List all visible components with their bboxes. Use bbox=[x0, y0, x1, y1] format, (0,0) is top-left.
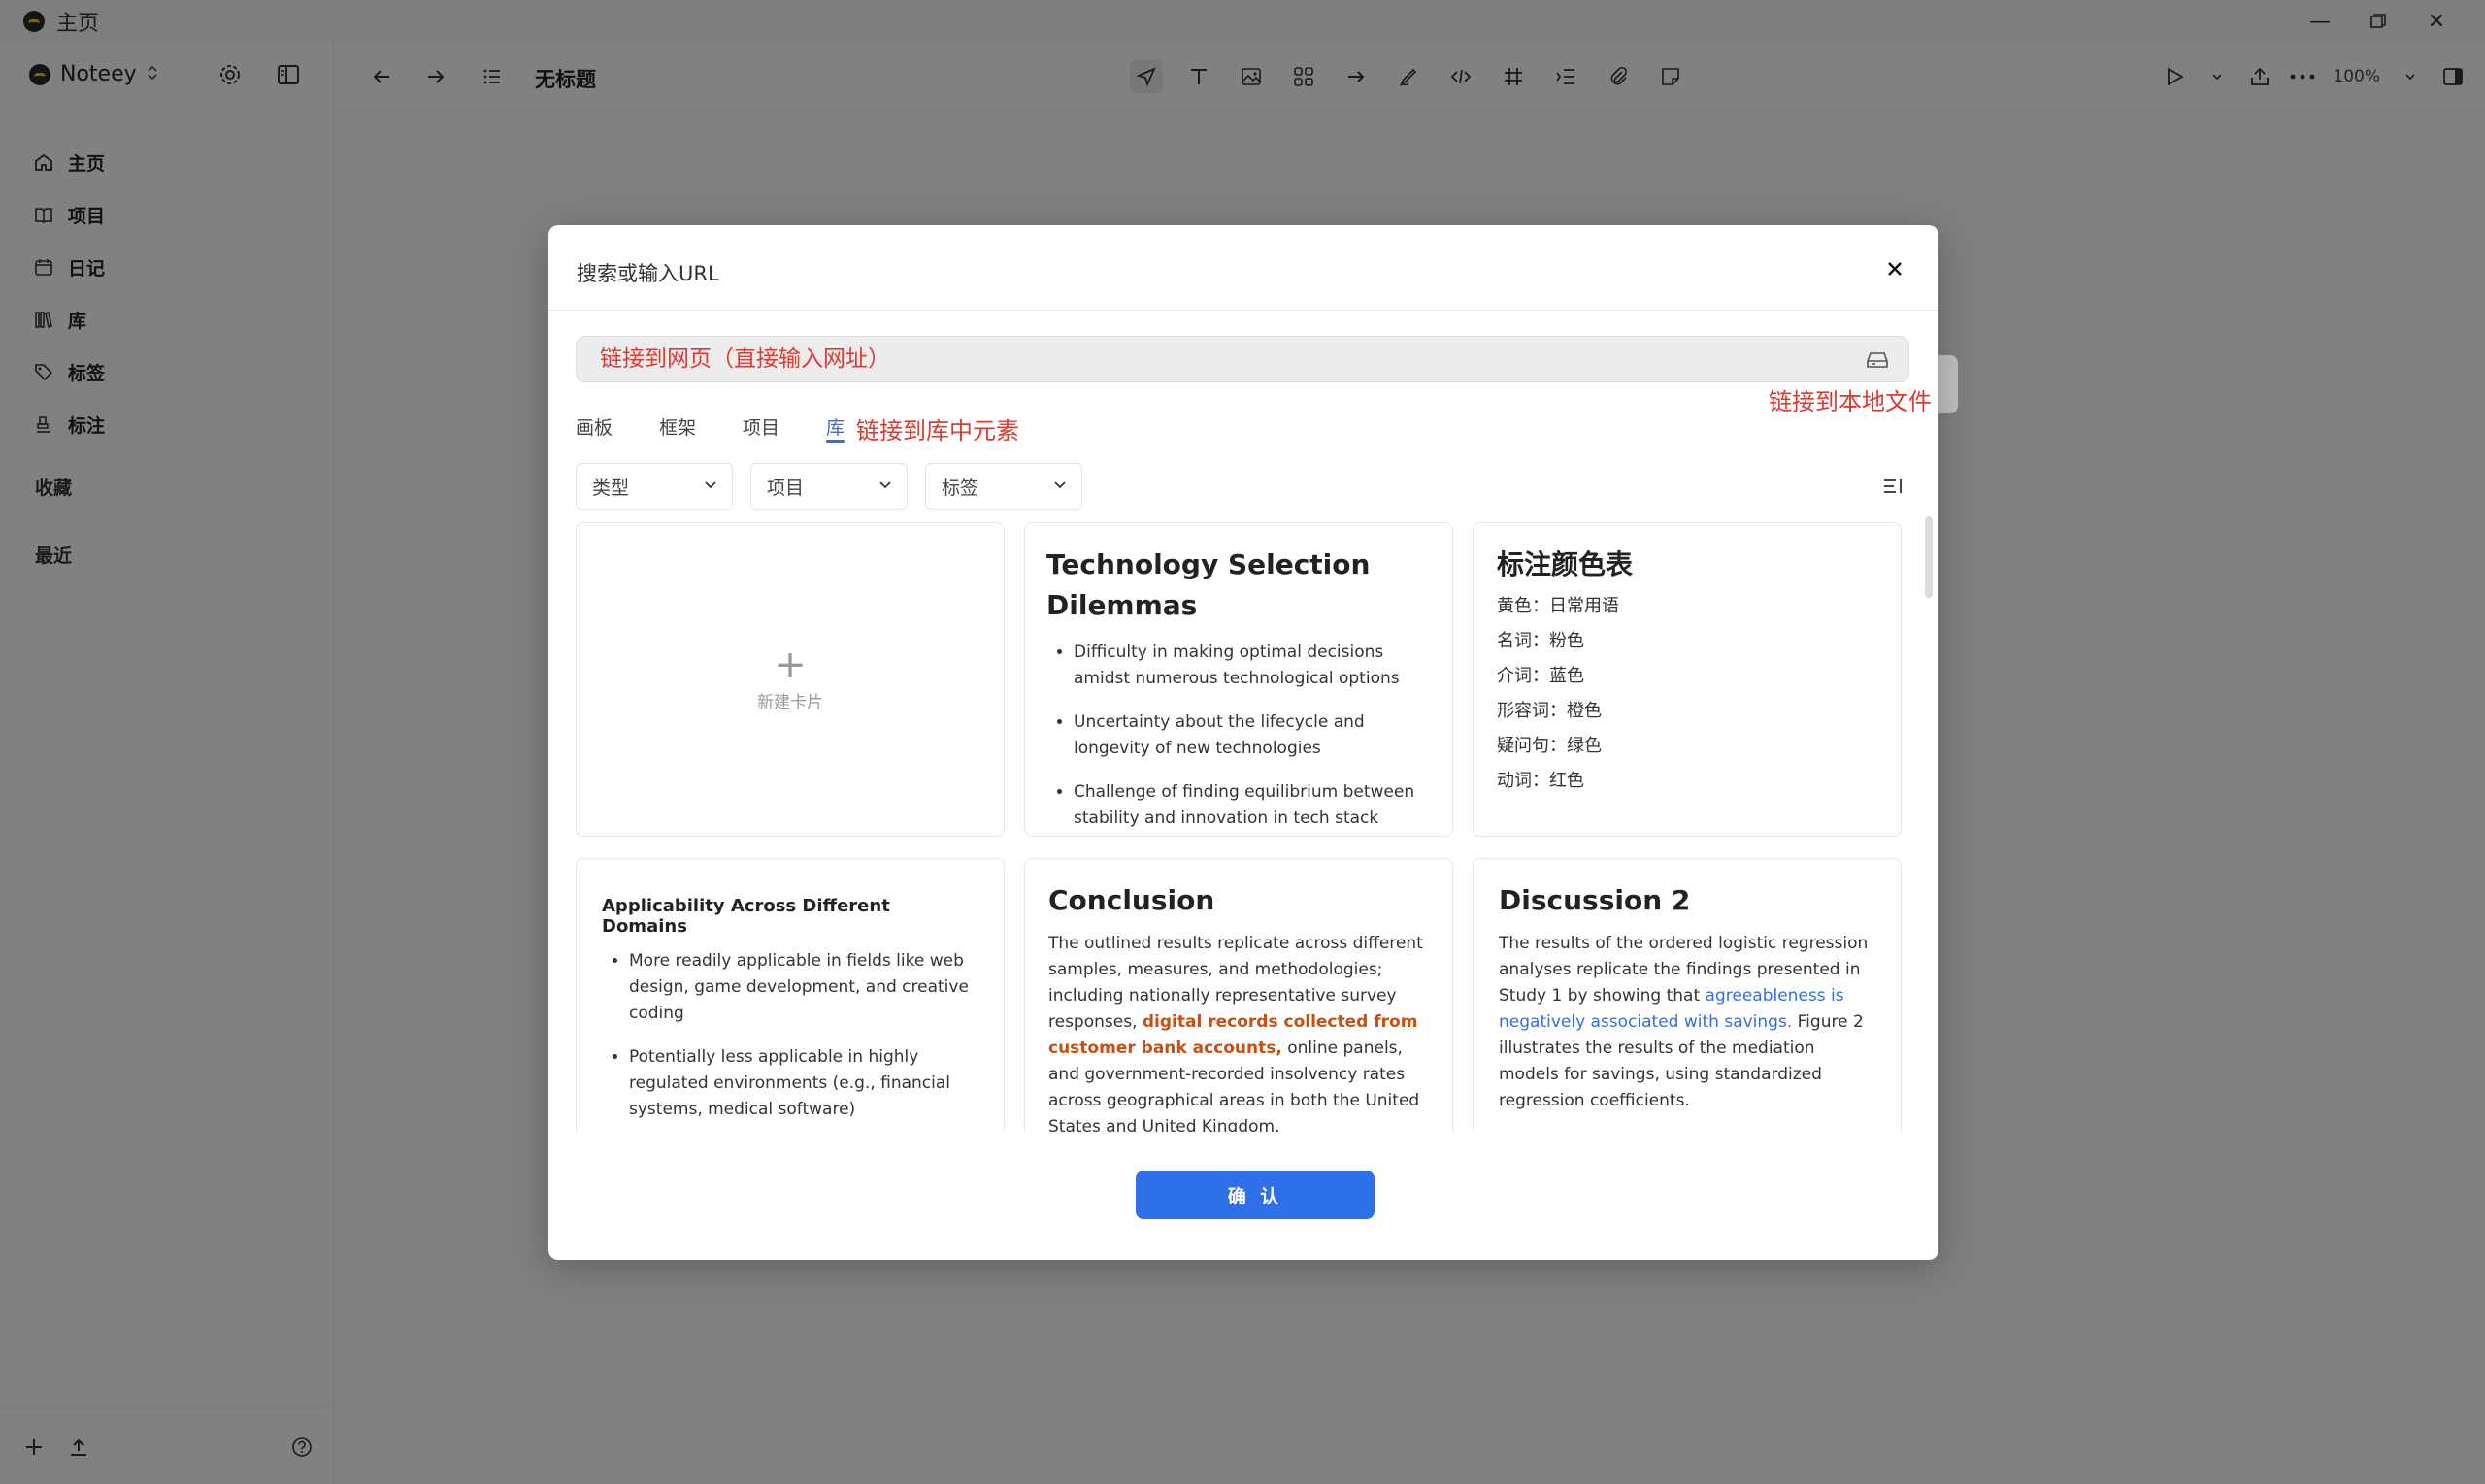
chevron-down-icon bbox=[703, 476, 718, 497]
list-item: Difficulty in making optimal decisions a… bbox=[1074, 640, 1431, 692]
legend-row: 动词：红色 bbox=[1497, 771, 1584, 791]
legend-row: 介词：蓝色 bbox=[1497, 666, 1584, 686]
card-title: Technology Selection Dilemmas bbox=[1046, 548, 1371, 621]
card-bullet-list: More readily applicable in fields like w… bbox=[602, 948, 978, 1123]
url-search-input[interactable] bbox=[600, 337, 1823, 381]
chevron-down-icon bbox=[878, 476, 893, 497]
annotation-local-file: 链接到本地文件 bbox=[1769, 388, 1932, 415]
new-card-label: 新建卡片 bbox=[757, 692, 823, 712]
card-bullet-list: Difficulty in making optimal decisions a… bbox=[1046, 640, 1431, 836]
card-title: Discussion 2 bbox=[1499, 884, 1691, 916]
grid-scrollbar[interactable] bbox=[1925, 516, 1933, 598]
library-card-colors[interactable]: 标注颜色表 黄色：日常用语 名词：粉色 介词：蓝色 形容词：橙色 疑问句：绿色 … bbox=[1473, 522, 1902, 837]
library-card-tech[interactable]: Technology Selection Dilemmas Difficulty… bbox=[1024, 522, 1453, 837]
library-card-conclusion[interactable]: Conclusion The outlined results replicat… bbox=[1024, 858, 1453, 1132]
card-title: Conclusion bbox=[1048, 884, 1215, 916]
card-title: Applicability Across Different Domains bbox=[602, 896, 890, 937]
tab-library[interactable]: 库 bbox=[826, 410, 845, 448]
tab-boards[interactable]: 画板 bbox=[576, 410, 613, 448]
plus-icon: + bbox=[774, 642, 807, 687]
close-icon[interactable] bbox=[1878, 252, 1911, 285]
new-card-tile[interactable]: + 新建卡片 bbox=[576, 522, 1005, 837]
type-filter-dropdown[interactable]: 类型 bbox=[576, 463, 733, 510]
list-item: Potentially less applicable in highly re… bbox=[629, 1044, 978, 1123]
new-card-content: + 新建卡片 bbox=[577, 523, 1004, 836]
list-item: More readily applicable in fields like w… bbox=[629, 948, 978, 1027]
list-item: Uncertainty about the lifecycle and long… bbox=[1074, 709, 1431, 762]
list-item: Challenge of finding equilibrium between… bbox=[1074, 779, 1431, 836]
card-body: The results of the ordered logistic regr… bbox=[1499, 931, 1879, 1114]
legend-row: 黄色：日常用语 bbox=[1497, 596, 1619, 616]
filter-label: 项目 bbox=[767, 477, 805, 499]
filter-label: 类型 bbox=[592, 477, 630, 499]
url-search-field bbox=[576, 336, 1909, 382]
sort-list-icon[interactable] bbox=[1878, 472, 1907, 501]
source-tabs: 画板 框架 项目 库 bbox=[576, 410, 862, 452]
legend-row: 形容词：橙色 bbox=[1497, 701, 1602, 721]
filter-label: 标签 bbox=[942, 477, 979, 499]
tab-frames[interactable]: 框架 bbox=[659, 410, 696, 448]
project-filter-dropdown[interactable]: 项目 bbox=[750, 463, 908, 510]
dialog-title: 搜索或输入URL bbox=[577, 262, 719, 285]
card-title: 标注颜色表 bbox=[1497, 548, 1634, 580]
dialog-header: 搜索或输入URL bbox=[548, 225, 1938, 311]
chevron-down-icon bbox=[1052, 476, 1068, 497]
confirm-button[interactable]: 确 认 bbox=[1136, 1171, 1375, 1219]
tab-projects[interactable]: 项目 bbox=[743, 410, 779, 448]
library-card-applicability[interactable]: Applicability Across Different Domains M… bbox=[576, 858, 1005, 1132]
background-panel-edge bbox=[1938, 355, 1958, 413]
tag-filter-dropdown[interactable]: 标签 bbox=[925, 463, 1082, 510]
filter-bar: 类型 项目 标签 bbox=[576, 463, 1082, 510]
color-legend: 黄色：日常用语 名词：粉色 介词：蓝色 形容词：橙色 疑问句：绿色 动词：红色 bbox=[1497, 589, 1879, 799]
library-card-grid: + 新建卡片 Technology Selection Dilemmas Dif… bbox=[576, 522, 1909, 1132]
legend-row: 名词：粉色 bbox=[1497, 631, 1584, 651]
card-body: The outlined results replicate across di… bbox=[1048, 931, 1431, 1132]
legend-row: 疑问句：绿色 bbox=[1497, 736, 1602, 756]
local-file-drive-icon[interactable] bbox=[1864, 346, 1891, 374]
annotation-library-element: 链接到库中元素 bbox=[856, 417, 1019, 445]
link-search-dialog: 搜索或输入URL 画板 框架 项目 库 类型 项目 标签 + 新建卡片 bbox=[548, 225, 1938, 1260]
library-card-discussion[interactable]: Discussion 2 The results of the ordered … bbox=[1473, 858, 1902, 1132]
